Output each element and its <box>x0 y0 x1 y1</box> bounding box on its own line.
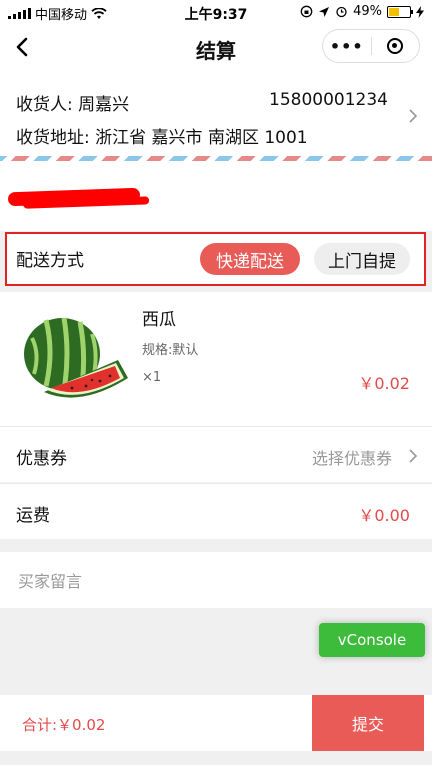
recipient-name: 收货人: 周嘉兴 <box>16 95 130 115</box>
submit-button[interactable]: 提交 <box>312 695 424 751</box>
product-name: 西瓜 <box>142 310 176 330</box>
mini-program-capsule: ••• <box>322 29 420 63</box>
alarm-icon <box>336 6 347 18</box>
coupon-label: 优惠券 <box>16 449 67 469</box>
shipping-fee-value: ￥0.00 <box>358 506 410 525</box>
nav-bar: 结算 ••• <box>0 24 432 70</box>
product-item: 西瓜 规格:默认 ×1 ￥0.02 <box>0 292 432 426</box>
buyer-info-row <box>0 161 432 231</box>
shipping-fee-label: 运费 <box>16 506 50 526</box>
recipient-phone: 15800001234 <box>269 90 388 110</box>
location-icon <box>319 6 330 17</box>
battery-icon <box>387 5 413 18</box>
status-right: 49% <box>300 4 424 19</box>
delivery-method-label: 配送方式 <box>16 251 84 271</box>
watermelon-image <box>24 317 128 398</box>
chevron-right-icon <box>409 109 418 123</box>
coupon-row[interactable]: 优惠券 选择优惠券 <box>0 426 432 482</box>
target-circle-icon <box>387 38 404 54</box>
status-bar: 中国移动 上午9:37 49% <box>0 0 432 24</box>
checkout-footer: 合计:￥0.02 提交 <box>0 695 432 751</box>
vconsole-button[interactable]: vConsole <box>319 623 425 657</box>
delivery-option-express[interactable]: 快递配送 <box>200 243 300 275</box>
shipping-fee-row: 运费 ￥0.00 <box>0 483 432 539</box>
shipping-address: 收货地址: 浙江省 嘉兴市 南湖区 1001 <box>16 128 308 148</box>
charging-icon <box>416 5 424 18</box>
buyer-message-input[interactable] <box>16 566 410 596</box>
coupon-value: 选择优惠券 <box>311 449 392 468</box>
delivery-method-section: 配送方式 快递配送 上门自提 <box>5 232 426 286</box>
recipient-row: 收货人: 周嘉兴 15800001234 <box>16 90 388 115</box>
close-button[interactable] <box>372 38 420 54</box>
redaction-mark <box>7 187 141 207</box>
battery-percent: 49% <box>353 4 382 19</box>
rotation-lock-icon <box>300 5 313 18</box>
address-card[interactable]: 收货人: 周嘉兴 15800001234 收货地址: 浙江省 嘉兴市 南湖区 1… <box>0 70 432 160</box>
buyer-message-row <box>0 552 432 608</box>
order-total: 合计:￥0.02 <box>22 716 106 734</box>
product-price: ￥0.02 <box>358 374 410 393</box>
product-quantity: ×1 <box>142 370 162 385</box>
product-spec: 规格:默认 <box>142 343 199 358</box>
more-button[interactable]: ••• <box>323 37 371 56</box>
delivery-option-pickup[interactable]: 上门自提 <box>314 243 410 275</box>
chevron-right-icon <box>409 449 418 463</box>
